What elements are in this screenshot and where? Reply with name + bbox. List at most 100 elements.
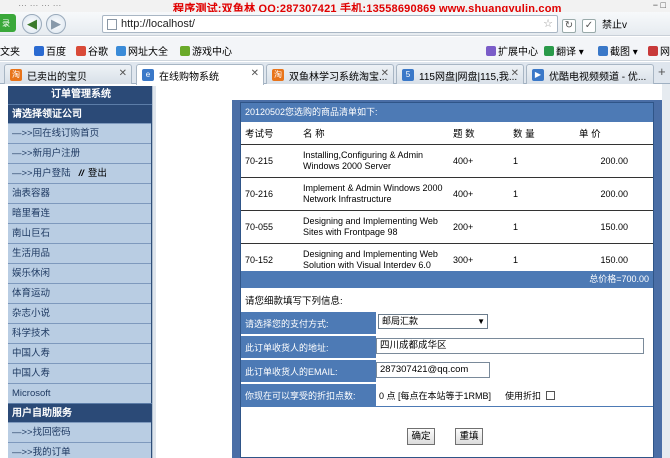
cell-count: 400+ xyxy=(449,177,509,211)
new-tab-button[interactable]: + xyxy=(658,64,666,79)
address-row: 此订单收货人的地址: 四川成都成华区 xyxy=(241,335,653,358)
shield-icon[interactable]: ✓ xyxy=(582,19,596,33)
email-row: 此订单收货人的EMAIL: 287307421@qq.com xyxy=(241,359,653,382)
forward-button[interactable]: ▶ xyxy=(46,14,66,34)
sidebar-item-category[interactable]: 娱乐休闲 xyxy=(8,263,151,283)
cell-price: 150.00 xyxy=(569,210,653,244)
tab-shuangyulin[interactable]: 淘 双鱼林学习系统淘宝... ✕ xyxy=(266,64,394,84)
tab-label: 优酷电视频频道 - 优... xyxy=(549,72,647,83)
cell-qty: 1 xyxy=(509,144,569,178)
hao-icon xyxy=(116,46,126,56)
tab-label: 在线购物系统 xyxy=(159,72,219,83)
netbank-menu[interactable]: 网银 xyxy=(648,43,670,58)
bookmarks-bar: 文夹 百度 谷歌 网址大全 游戏中心 扩展中心 翻译 ▾ 截图 ▾ 网银 xyxy=(0,37,670,61)
order-header: 20120502您选购的商品清单如下: xyxy=(241,103,653,122)
translate-menu[interactable]: 翻译 ▾ xyxy=(544,43,584,58)
close-icon[interactable]: ✕ xyxy=(511,68,519,79)
sidebar-item-category[interactable]: 油表容器 xyxy=(8,183,151,203)
payment-label: 请选择您的支付方式: xyxy=(245,319,329,329)
discount-cell: 0 点 [每点在本站等于1RMB] 使用折扣 xyxy=(376,384,653,406)
sidebar-item-home[interactable]: —>>回在线订购首页 xyxy=(8,123,151,143)
cell-code: 70-216 xyxy=(241,177,299,211)
tab-youku[interactable]: ▶ 优酷电视频频道 - 优... xyxy=(526,64,654,84)
table-row: 70-215 Installing,Configuring & Admin Wi… xyxy=(241,144,653,178)
cell-count: 200+ xyxy=(449,210,509,244)
puzzle-icon xyxy=(486,46,496,56)
games-icon xyxy=(180,46,190,56)
cell-name: Implement & Admin Windows 2000 Network I… xyxy=(299,177,449,211)
scissors-icon xyxy=(598,46,608,56)
sidebar-item-my-orders[interactable]: —>>我的订单 xyxy=(8,442,151,458)
sidebar-item-login[interactable]: —>>用户登陆 // 登出 xyxy=(8,163,151,183)
star-icon[interactable]: ☆ xyxy=(543,17,553,30)
address-cell: 四川成都成华区 xyxy=(376,336,653,358)
tab-label: 115网盘|网盘|115,我... xyxy=(419,72,518,83)
bookmark-folder[interactable]: 文夹 xyxy=(0,43,20,58)
reset-button[interactable]: 重填 xyxy=(455,428,483,445)
table-row: 70-216 Implement & Admin Windows 2000 Ne… xyxy=(241,177,653,211)
login-separator: // xyxy=(78,168,84,179)
close-icon[interactable]: ✕ xyxy=(119,68,127,79)
use-discount-label: 使用折扣 xyxy=(505,391,542,401)
sidebar-item-category[interactable]: 中国人寿 xyxy=(8,343,151,363)
bookmark-google[interactable]: 谷歌 xyxy=(76,43,108,58)
tab-label: 双鱼林学习系统淘宝... xyxy=(289,72,388,83)
discount-points-text: 0 点 [每点在本站等于1RMB] xyxy=(379,391,492,401)
frame-splitter[interactable] xyxy=(152,86,156,458)
logout-link[interactable]: 登出 xyxy=(88,168,107,179)
tab-115[interactable]: 5 115网盘|网盘|115,我... ✕ xyxy=(396,64,524,84)
sidebar-item-category[interactable]: Microsoft xyxy=(8,383,151,403)
login-badge[interactable]: 录 xyxy=(0,14,16,32)
sidebar-item-category[interactable]: 生活用品 xyxy=(8,243,151,263)
tab-shopping-system[interactable]: e 在线购物系统 ✕ xyxy=(136,64,264,85)
cell-code: 70-055 xyxy=(241,210,299,244)
bookmark-games[interactable]: 游戏中心 xyxy=(180,43,232,58)
tab-sold-items[interactable]: 淘 已卖出的宝贝 ✕ xyxy=(4,64,132,84)
cell-price: 200.00 xyxy=(569,177,653,211)
tab-label: 已卖出的宝贝 xyxy=(27,72,87,83)
extension-center[interactable]: 扩展中心 xyxy=(486,43,538,58)
close-icon[interactable]: ✕ xyxy=(251,68,259,79)
back-button[interactable]: ◀ xyxy=(22,14,42,34)
confirm-button[interactable]: 确定 xyxy=(407,428,435,445)
address-input[interactable]: 四川成都成华区 xyxy=(376,338,644,354)
screenshot-menu[interactable]: 截图 ▾ xyxy=(598,43,638,58)
google-icon xyxy=(76,46,86,56)
title-bar: … … … … 程序测试:双鱼林 QQ:287307421 手机:1355869… xyxy=(0,0,670,12)
sidebar-item-recover-password[interactable]: —>>找回密码 xyxy=(8,422,151,442)
bookmark-hao[interactable]: 网址大全 xyxy=(116,43,168,58)
use-discount-checkbox[interactable] xyxy=(546,391,556,400)
sidebar-item-category[interactable]: 暗里看连 xyxy=(8,203,151,223)
email-input[interactable]: 287307421@qq.com xyxy=(376,362,490,378)
bank-icon xyxy=(648,46,658,56)
extension-label[interactable]: 禁止v xyxy=(602,20,627,31)
sidebar-item-category[interactable]: 杂志小说 xyxy=(8,303,151,323)
discount-label: 你现在可以享受的折扣点数: xyxy=(245,391,356,401)
ie-icon: e xyxy=(142,69,154,81)
sidebar-item-register[interactable]: —>>新用户注册 xyxy=(8,143,151,163)
sidebar-item-category[interactable]: 南山巨石 xyxy=(8,223,151,243)
order-table: 考试号 名 称 题 数 数 量 单 价 70-215 Installing,Co… xyxy=(241,122,653,277)
sidebar: 订单管理系统 请选择领证公司 —>>回在线订购首页 —>>新用户注册 —>>用户… xyxy=(8,86,154,458)
url-text[interactable]: http://localhost/ xyxy=(121,18,195,30)
window-controls[interactable]: − □ xyxy=(653,0,666,10)
cell-qty: 1 xyxy=(509,210,569,244)
sidebar-section-self-service: 用户自助服务 xyxy=(8,403,154,422)
page-scrollbar[interactable] xyxy=(662,84,670,458)
cell-name: Designing and Implementing Web Sites wit… xyxy=(299,210,449,244)
col-qty: 数 量 xyxy=(509,122,569,145)
form-instructions: 请您细款填写下列信息: xyxy=(245,296,343,307)
close-icon[interactable]: ✕ xyxy=(381,68,389,79)
sidebar-item-category[interactable]: 科学技术 xyxy=(8,323,151,343)
cell-qty: 1 xyxy=(509,177,569,211)
bookmark-baidu[interactable]: 百度 xyxy=(34,43,66,58)
col-name: 名 称 xyxy=(299,122,449,145)
address-bar[interactable]: http://localhost/ ☆ xyxy=(102,15,558,33)
tab-strip: 淘 已卖出的宝贝 ✕ e 在线购物系统 ✕ 淘 双鱼林学习系统淘宝... ✕ 5… xyxy=(0,62,670,85)
login-link[interactable]: —>>用户登陆 xyxy=(12,168,71,179)
payment-select[interactable]: 邮局汇款 ▼ xyxy=(378,314,488,329)
sidebar-item-category[interactable]: 中国人寿 xyxy=(8,363,151,383)
refresh-icon[interactable]: ↻ xyxy=(562,19,576,33)
sidebar-item-category[interactable]: 体育运动 xyxy=(8,283,151,303)
watermark-text: 程序测试:双鱼林 QQ:287307421 手机:13558690869 www… xyxy=(173,3,562,12)
